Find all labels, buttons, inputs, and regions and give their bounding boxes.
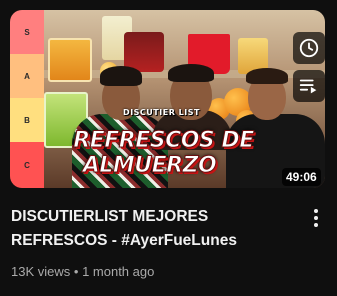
add-to-queue-button[interactable] [293, 70, 325, 102]
meta-separator: • [73, 264, 79, 279]
vertical-dots-icon [314, 223, 318, 227]
duration-badge: 49:06 [282, 168, 321, 186]
thumbnail-title-line1: REFRESCOS DE [73, 128, 255, 154]
clock-icon [299, 38, 319, 58]
view-count: 13K views [11, 264, 71, 279]
add-to-queue-icon [299, 79, 317, 94]
vertical-dots-icon [314, 209, 318, 213]
video-title-line2[interactable]: REFRESCOS - #AyerFueLunes [11, 229, 301, 253]
vertical-dots-icon [314, 216, 318, 220]
tier-a: A [10, 54, 44, 99]
watch-later-button[interactable] [293, 32, 325, 64]
video-card[interactable]: S A B C DISCUTIER LIST REFRESCOS DE ALMU… [0, 0, 337, 296]
video-title-line1[interactable]: DISCUTIERLIST MEJORES [11, 205, 301, 229]
more-actions-button[interactable] [306, 205, 326, 231]
upload-age: 1 month ago [82, 264, 155, 279]
video-metadata: 13K views • 1 month ago [11, 263, 154, 281]
video-thumbnail[interactable]: S A B C DISCUTIER LIST REFRESCOS DE ALMU… [10, 10, 325, 188]
thumbnail-subtitle: DISCUTIER LIST [123, 108, 200, 117]
tier-s: S [10, 10, 44, 55]
drink-glass [48, 38, 92, 82]
video-title[interactable]: DISCUTIERLIST MEJORES REFRESCOS - #AyerF… [11, 205, 301, 253]
thumbnail-title-line2: ALMUERZO [82, 153, 217, 179]
